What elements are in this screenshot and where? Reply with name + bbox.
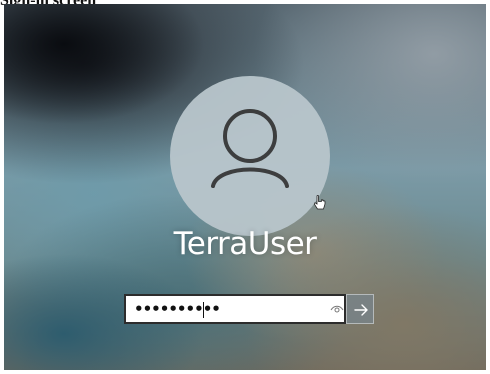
lock-screen-background: TerraUser •••••••••• <box>4 4 486 370</box>
user-icon <box>211 109 289 188</box>
screenshot-frame: Sign-in screen TerraUser •••••••••• <box>0 0 490 374</box>
password-input[interactable]: •••••••••• <box>124 294 346 324</box>
username-label: TerraUser <box>173 226 317 262</box>
password-value: •••••••••• <box>134 300 221 318</box>
eye-icon[interactable] <box>330 304 344 314</box>
text-caret <box>203 302 204 318</box>
arrow-right-icon <box>354 304 368 316</box>
user-avatar <box>170 76 330 236</box>
hand-cursor-icon <box>314 195 326 210</box>
submit-button[interactable] <box>346 294 374 324</box>
